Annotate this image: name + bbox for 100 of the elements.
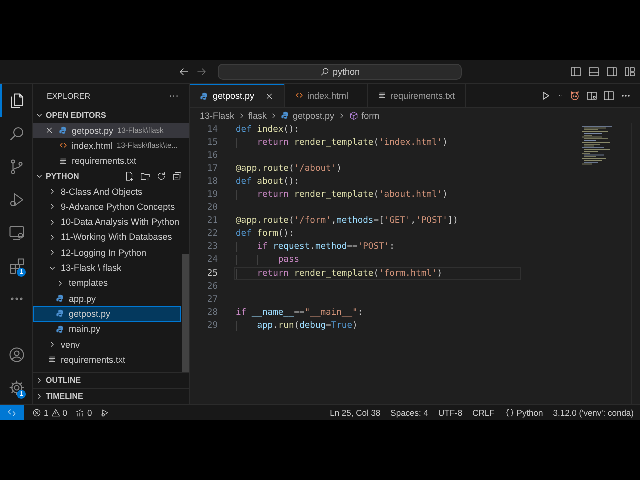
sidebar-layout-icon[interactable]: [570, 66, 582, 78]
line-number: 17: [206, 164, 218, 174]
tree-item[interactable]: templates: [33, 276, 181, 291]
secondary-sidebar-icon[interactable]: [606, 66, 618, 78]
code-line: if __name__=="__main__":: [236, 308, 364, 318]
status-item[interactable]: UTF-8: [438, 408, 463, 418]
braces-icon[interactable]: [504, 408, 515, 418]
editor-tab[interactable]: getpost.py: [190, 84, 285, 107]
status-item[interactable]: CRLF: [472, 408, 495, 418]
status-item[interactable]: Ln 25, Col 38: [330, 408, 381, 418]
warning-icon[interactable]: [50, 408, 61, 418]
antenna-icon[interactable]: [75, 408, 86, 418]
code-line: def about():: [236, 176, 300, 187]
breadcrumb[interactable]: getpost.py: [281, 110, 335, 120]
status-item[interactable]: Spaces: 4: [390, 408, 428, 418]
close-icon[interactable]: [45, 126, 54, 136]
chevron-right-icon[interactable]: [48, 202, 57, 212]
collapse-all-icon[interactable]: [172, 170, 183, 182]
code-line: def form():: [236, 229, 294, 240]
extensions-icon[interactable]: [8, 256, 26, 274]
code-brackets-icon: [59, 141, 68, 150]
files-icon[interactable]: [8, 92, 26, 110]
chevron-down-icon[interactable]: [35, 111, 44, 120]
remote-explorer-icon[interactable]: [8, 224, 26, 242]
tree-item[interactable]: 13-Flask \ flask: [33, 260, 181, 276]
status-item[interactable]: 0: [87, 408, 92, 418]
line-number: 29: [206, 320, 218, 331]
tree-item[interactable]: 12-Logging In Python: [33, 245, 181, 260]
status-item[interactable]: 0: [62, 408, 68, 418]
play-icon[interactable]: [100, 408, 110, 418]
forward-arrow-icon[interactable]: [196, 66, 208, 78]
customize-layout-icon[interactable]: [624, 66, 636, 78]
close-icon[interactable]: [264, 92, 274, 100]
code-brackets-icon: [294, 91, 304, 100]
code-line: app.run(debug=True): [236, 320, 358, 331]
status-item[interactable]: 1: [44, 408, 49, 418]
settings-icon[interactable]: [8, 378, 26, 396]
tree-item[interactable]: 8-Class And Objects: [33, 184, 181, 200]
text-lines-icon: [48, 355, 57, 364]
tree-item[interactable]: requirements.txt: [33, 352, 181, 368]
run-icon[interactable]: [540, 90, 552, 102]
line-number: 27: [206, 294, 218, 305]
compare-icon[interactable]: [586, 90, 598, 102]
python-file-icon: [59, 126, 68, 136]
tree-item[interactable]: venv: [33, 336, 181, 352]
tree-item[interactable]: getpost.py: [33, 306, 181, 322]
breadcrumb[interactable]: form: [348, 110, 380, 120]
open-editor-item[interactable]: requirements.txt: [33, 154, 189, 169]
cat-face-icon[interactable]: [569, 90, 581, 102]
chevron-right-icon[interactable]: [48, 187, 57, 196]
tree-item[interactable]: app.py: [33, 290, 181, 306]
new-file-icon[interactable]: [124, 170, 135, 182]
code-line: @app.route('/form',methods=['GET','POST']): [236, 216, 458, 226]
search-icon: [320, 66, 330, 76]
panel-layout-icon[interactable]: [588, 66, 600, 78]
editor-tab[interactable]: requirements.txt: [368, 84, 466, 107]
tree-item[interactable]: 10-Data Analysis With Python: [33, 214, 181, 230]
cube-icon: [348, 110, 359, 120]
editor-tab[interactable]: index.html: [284, 84, 368, 107]
section-header[interactable]: OUTLINE: [46, 376, 82, 385]
tree-item[interactable]: main.py: [33, 322, 181, 337]
status-item[interactable]: Python: [516, 408, 544, 418]
text-lines-icon: [378, 91, 387, 100]
line-number: 23: [206, 242, 218, 252]
tree-item[interactable]: 11-Working With Databases: [33, 230, 181, 246]
python-file-icon: [200, 92, 209, 100]
python-file-icon: [56, 324, 65, 334]
refresh-icon[interactable]: [156, 170, 167, 182]
back-arrow-icon[interactable]: [178, 66, 190, 78]
line-number: 21: [206, 216, 218, 226]
code-line: return render_template('about.html'): [236, 190, 448, 200]
tree-item[interactable]: 9-Advance Python Concepts: [33, 199, 181, 214]
line-number: 28: [206, 308, 218, 318]
chevron-right-icon[interactable]: [48, 340, 57, 349]
chevron-right-icon[interactable]: [35, 376, 44, 385]
line-number: 15: [206, 138, 218, 148]
more-actions-button[interactable]: ···: [169, 90, 179, 102]
status-item[interactable]: 3.12.0 ('venv': conda): [553, 408, 634, 418]
chevron-right-icon[interactable]: [56, 278, 65, 288]
search-icon[interactable]: [8, 124, 26, 142]
section-header[interactable]: TIMELINE: [46, 392, 84, 401]
chevron-right-icon[interactable]: [48, 248, 57, 258]
error-icon[interactable]: [32, 408, 42, 418]
chevron-right-icon[interactable]: [48, 232, 57, 242]
run-debug-icon[interactable]: [8, 190, 26, 208]
section-header[interactable]: PYTHON: [46, 172, 80, 181]
scrollbar-thumb[interactable]: [182, 254, 189, 372]
new-folder-icon[interactable]: [140, 170, 151, 182]
chevron-right-icon[interactable]: [35, 392, 44, 401]
code-line: return render_template('form.html'): [236, 268, 443, 279]
breadcrumb[interactable]: 13-Flask: [200, 110, 235, 120]
account-icon[interactable]: [8, 346, 26, 364]
breadcrumb[interactable]: flask: [248, 110, 268, 120]
remote-icon: [7, 408, 17, 418]
split-editor-icon[interactable]: [603, 90, 615, 102]
chevron-right-icon[interactable]: [48, 218, 57, 227]
search-field[interactable]: python: [218, 64, 462, 80]
python-file-icon: [56, 294, 65, 304]
section-header[interactable]: OPEN EDITORS: [46, 111, 106, 120]
line-number: 26: [206, 282, 218, 292]
